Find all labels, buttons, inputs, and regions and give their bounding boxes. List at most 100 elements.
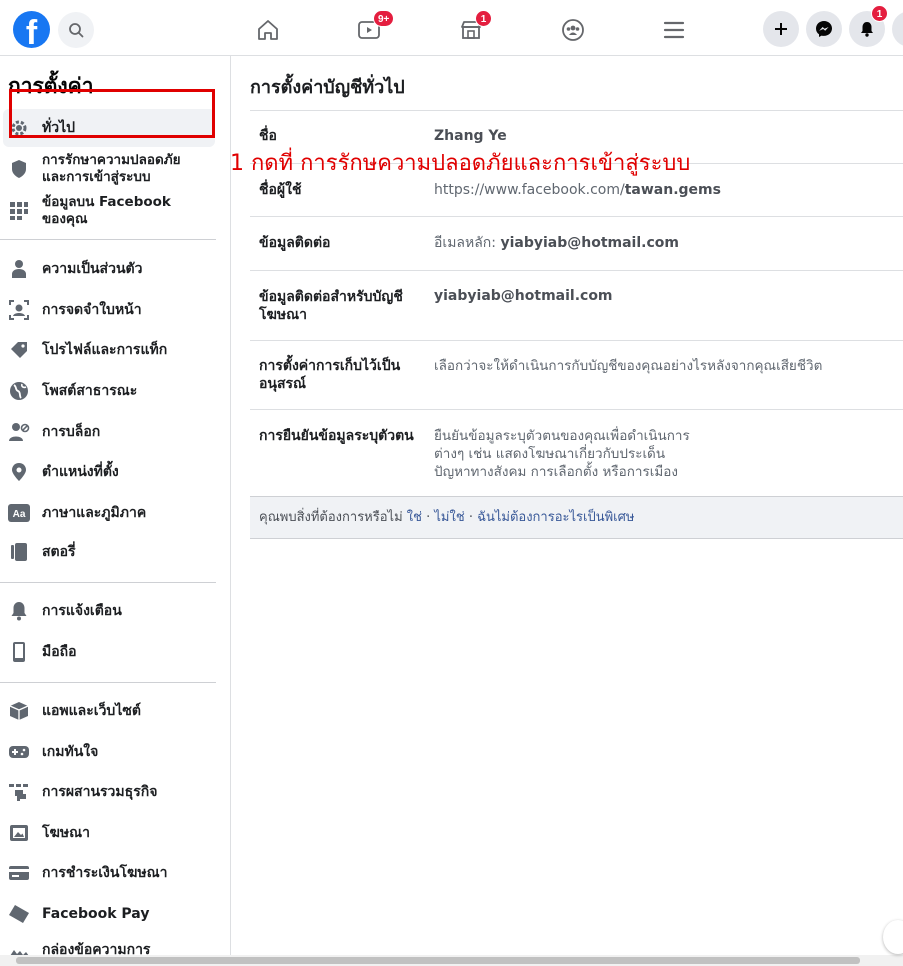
divider [250, 340, 903, 341]
messenger-button[interactable] [806, 11, 842, 47]
sidebar-item-label: โปรไฟล์และการแท็ก [42, 341, 168, 358]
notifications-badge: 1 [871, 5, 888, 22]
feedback-yes-link[interactable]: ใช่ [407, 510, 422, 525]
sidebar-item-blocking[interactable]: การบล็อก [3, 413, 215, 451]
sidebar-item-label: กล่องข้อความการ [42, 941, 151, 957]
nav-home[interactable] [248, 10, 288, 50]
bell-icon [861, 22, 873, 37]
sidebar-item-label: การแจ้งเตือน [42, 602, 122, 619]
sidebar-item-label: Facebook Pay [42, 905, 150, 922]
sidebar-item-label: แอพและเว็บไซต์ [42, 702, 141, 719]
sidebar-item-security[interactable]: การรักษาความปลอดภัยและการเข้าสู่ระบบ [3, 148, 215, 190]
highlight-box [9, 89, 215, 138]
sidebar-item-label: ความเป็นส่วนตัว [42, 260, 143, 277]
location-pin-icon [8, 461, 30, 483]
sidebar-divider [0, 239, 216, 240]
sidebar-item-label: สตอรี่ [42, 543, 76, 560]
sidebar-item-public-posts[interactable]: โพสต์สาธารณะ [3, 372, 215, 410]
settings-sidebar: การตั้งค่า ทั่วไป การรักษาความปลอดภัยและ… [0, 56, 231, 956]
sidebar-item-apps-websites[interactable]: แอพและเว็บไซต์ [3, 692, 215, 730]
general-account-settings: การตั้งค่าบัญชีทั่วไป ชื่อ Zhang Ye ชื่อ… [232, 56, 903, 956]
setting-label-username: ชื่อผู้ใช้ [259, 182, 302, 198]
notifications-button[interactable]: 1 [849, 5, 888, 47]
block-user-icon [8, 421, 30, 443]
language-icon: Aa [8, 502, 30, 524]
sidebar-item-label: การบล็อก [42, 423, 101, 440]
feedback-no-link[interactable]: ไม่ใช่ [434, 510, 464, 525]
sidebar-item-label: โฆษณา [42, 824, 90, 841]
sidebar-item-your-facebook-info[interactable]: ข้อมูลบน Facebook ของคุณ [3, 190, 215, 232]
feedback-bar: คุณพบสิ่งที่ต้องการหรือไม่ ใช่ · ไม่ใช่ … [250, 496, 903, 539]
setting-value-ad-account-contact[interactable]: yiabyiab@hotmail.com [434, 287, 613, 305]
sidebar-item-instant-games[interactable]: เกมทันใจ [3, 733, 215, 771]
sidebar-item-label: โพสต์สาธารณะ [42, 382, 138, 399]
feedback-nothing-link[interactable]: ฉันไม่ต้องการอะไรเป็นพิเศษ [477, 510, 634, 525]
separator: · [426, 510, 431, 525]
sidebar-item-ads[interactable]: โฆษณา [3, 814, 215, 852]
search-icon [69, 23, 84, 38]
setting-value-contact[interactable]: อีเมลหลัก: yiabyiab@hotmail.com [434, 234, 679, 252]
sidebar-item-label: ข้อมูลบน Facebook ของคุณ [42, 194, 171, 227]
nav-menu[interactable] [654, 10, 694, 50]
hamburger-menu-icon [663, 21, 685, 39]
gamepad-icon [8, 741, 30, 763]
nav-groups[interactable] [553, 10, 593, 50]
home-icon [258, 20, 278, 40]
setting-value-identity-confirmation[interactable]: ยืนยันข้อมูลระบุตัวตนของคุณเพื่อดำเนินกา… [434, 427, 690, 481]
face-icon [8, 299, 30, 321]
sidebar-item-business-integrations[interactable]: การผสานรวมธุรกิจ [3, 773, 215, 811]
setting-label-ad-account-contact: ข้อมูลติดต่อสำหรับบัญชีโฆษณา [259, 289, 403, 323]
sidebar-item-face-recognition[interactable]: การจดจำใบหน้า [3, 291, 215, 329]
sidebar-item-label: ภาษาและภูมิภาค [42, 504, 147, 521]
account-button[interactable] [892, 11, 903, 47]
identity-line: ปัญหาทางสังคม การเลือกตั้ง หรือการเมือง [434, 464, 678, 480]
nav-watch[interactable]: 9+ [349, 10, 395, 50]
divider [250, 110, 903, 111]
sidebar-divider [0, 582, 216, 583]
sidebar-item-language-region[interactable]: Aa ภาษาและภูมิภาค [3, 494, 215, 532]
messenger-icon [816, 21, 832, 37]
globe-icon [8, 380, 30, 402]
setting-value-name[interactable]: Zhang Ye [434, 127, 507, 145]
sidebar-item-ad-payments[interactable]: การชำระเงินโฆษณา [3, 854, 215, 892]
sidebar-divider [0, 682, 216, 683]
separator: · [468, 510, 473, 525]
setting-value-memorialization[interactable]: เลือกว่าจะให้ดำเนินการกับบัญชีของคุณอย่า… [434, 357, 822, 375]
story-icon [8, 541, 30, 563]
sidebar-item-label: การรักษาความปลอดภัยและการเข้าสู่ระบบ [42, 152, 181, 185]
setting-label-name: ชื่อ [259, 128, 277, 144]
primary-email-value: yiabyiab@hotmail.com [500, 235, 679, 251]
sidebar-item-label: การชำระเงินโฆษณา [42, 864, 168, 881]
search-button[interactable] [58, 12, 94, 48]
facebook-logo[interactable]: f [13, 11, 50, 48]
horizontal-scrollbar[interactable] [0, 955, 903, 966]
sidebar-item-mobile[interactable]: มือถือ [3, 633, 215, 671]
username-value: tawan.gems [624, 182, 721, 198]
video-badge: 9+ [373, 10, 395, 27]
sidebar-item-privacy[interactable]: ความเป็นส่วนตัว [3, 250, 215, 288]
sidebar-item-notifications[interactable]: การแจ้งเตือน [3, 592, 215, 630]
create-button[interactable] [763, 11, 799, 47]
top-navigation-bar: f 9+ 1 1 [0, 0, 903, 56]
sidebar-item-stories[interactable]: สตอรี่ [3, 533, 215, 571]
cube-icon [8, 700, 30, 722]
sidebar-item-inbox[interactable]: กล่องข้อความการ [3, 931, 215, 956]
sidebar-item-label: การผสานรวมธุรกิจ [42, 783, 158, 800]
shield-icon [8, 158, 30, 180]
ad-icon [8, 822, 30, 844]
plus-icon [775, 23, 787, 35]
sidebar-item-location[interactable]: ตำแหน่งที่ตั้ง [3, 453, 215, 491]
nav-marketplace[interactable]: 1 [451, 10, 492, 50]
grid-icon [8, 200, 30, 222]
scrollbar-thumb[interactable] [16, 957, 860, 964]
setting-label-contact: ข้อมูลติดต่อ [259, 235, 331, 251]
marketplace-badge: 1 [475, 10, 492, 27]
sidebar-item-label: ตำแหน่งที่ตั้ง [42, 463, 119, 480]
sidebar-item-profile-tagging[interactable]: โปรไฟล์และการแท็ก [3, 331, 215, 369]
mobile-icon [8, 641, 30, 663]
divider [250, 409, 903, 410]
setting-value-username[interactable]: https://www.facebook.com/tawan.gems [434, 181, 721, 199]
username-url-prefix: https://www.facebook.com/ [434, 182, 625, 198]
sidebar-item-label: มือถือ [42, 643, 77, 660]
sidebar-item-facebook-pay[interactable]: Facebook Pay [3, 895, 215, 933]
